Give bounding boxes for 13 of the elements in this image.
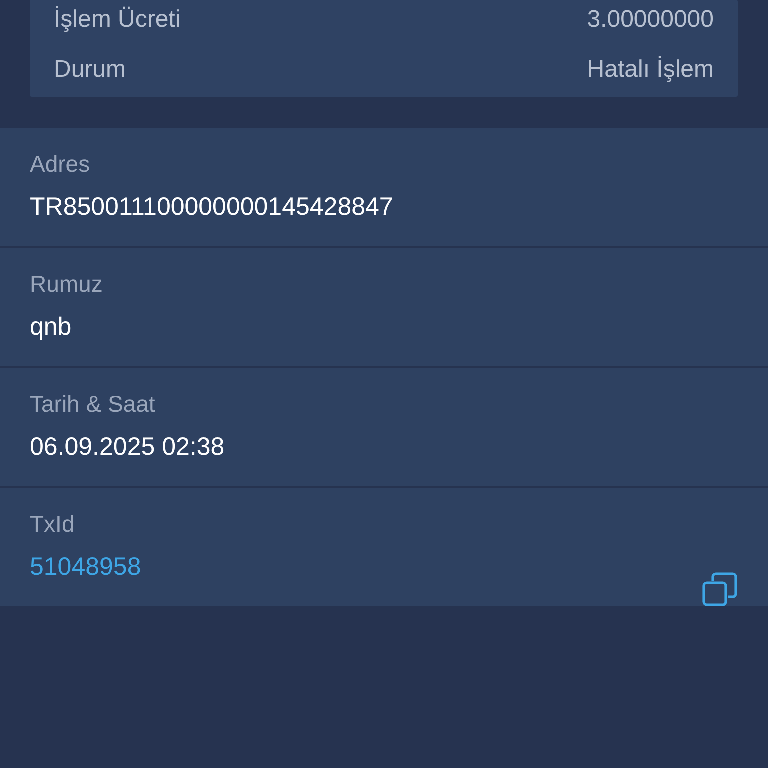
field-label: Tarih & Saat: [30, 390, 156, 418]
field-label: TxId: [30, 510, 76, 538]
row-label: İşlem Ücreti: [54, 5, 181, 35]
row-label: Durum: [54, 55, 126, 85]
txid-link[interactable]: 51048958: [30, 552, 142, 582]
row-value: 3.00000000: [587, 5, 714, 35]
copy-icon[interactable]: [702, 572, 738, 608]
field-value: qnb: [30, 312, 73, 342]
field-value: TR850011100000000145428847: [30, 192, 394, 222]
row-value: Hatalı İşlem: [587, 55, 714, 85]
field-label: Rumuz: [30, 270, 103, 298]
field-label: Adres: [30, 150, 92, 178]
field-value: 06.09.2025 02:38: [30, 432, 225, 462]
